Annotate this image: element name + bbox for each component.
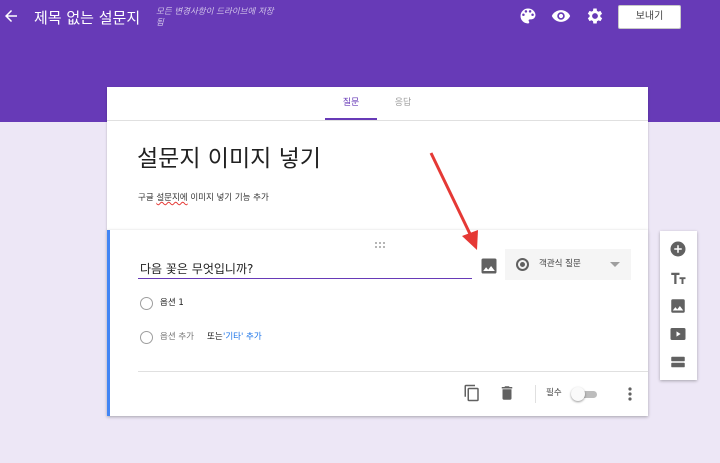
footer-separator (535, 385, 536, 403)
radio-button-icon (516, 258, 529, 271)
tab-divider (107, 120, 648, 121)
section-icon[interactable] (669, 353, 687, 371)
tab-responses[interactable]: 응답 (389, 87, 417, 120)
option-radio[interactable] (140, 297, 153, 310)
add-option-link[interactable]: 옵션 추가 (160, 331, 194, 344)
add-other-link[interactable]: '기타' 추가 (223, 331, 262, 344)
form-title[interactable]: 설문지 이미지 넣기 (137, 144, 321, 174)
title-text-icon[interactable] (669, 269, 687, 287)
duplicate-icon[interactable] (463, 384, 481, 402)
image-icon[interactable] (669, 297, 687, 315)
form-description-part: 이미지 넣기 기능 추가 (187, 193, 269, 203)
save-status: 모든 변경사항이 드라이브에 저장됨 (156, 7, 274, 28)
tab-questions[interactable]: 질문 (325, 87, 377, 120)
gear-icon[interactable] (585, 6, 605, 26)
more-options-icon[interactable] (625, 385, 635, 403)
add-option-or-text: 또는 (207, 332, 223, 342)
document-title[interactable]: 제목 없는 설문지 (34, 9, 140, 27)
toggle-thumb (571, 387, 585, 401)
required-toggle[interactable] (571, 387, 598, 401)
option-label[interactable]: 옵션 1 (160, 297, 184, 310)
eye-icon[interactable] (551, 6, 571, 26)
question-type-select[interactable]: 객관식 질문 (505, 249, 631, 280)
back-arrow-icon[interactable] (2, 7, 20, 25)
question-type-label: 객관식 질문 (539, 259, 581, 269)
dropdown-caret-icon (610, 262, 620, 267)
side-toolbar (660, 231, 697, 380)
add-image-icon[interactable] (479, 256, 499, 276)
required-label: 필수 (546, 388, 562, 398)
palette-icon[interactable] (518, 6, 538, 26)
question-title-input[interactable]: 다음 꽃은 무엇입니까? (138, 259, 472, 279)
delete-icon[interactable] (498, 384, 516, 402)
video-icon[interactable] (669, 325, 687, 343)
form-header-card: 질문 응답 설문지 이미지 넣기 구글 설문지에 이미지 넣기 기능 추가 (107, 87, 648, 230)
form-description-part: 구글 (138, 193, 157, 203)
footer-divider (138, 371, 648, 372)
drag-handle-icon[interactable] (374, 234, 386, 248)
add-question-icon[interactable] (669, 240, 687, 258)
form-description-misspelled-word: 설문지에 (156, 193, 188, 203)
add-option-radio (140, 331, 153, 344)
send-button[interactable]: 보내기 (618, 5, 681, 29)
question-card[interactable]: 다음 꽃은 무엇입니까? 객관식 질문 옵션 1 옵션 추가 또는 '기타' 추… (107, 230, 648, 416)
form-description[interactable]: 구글 설문지에 이미지 넣기 기능 추가 (138, 192, 269, 204)
